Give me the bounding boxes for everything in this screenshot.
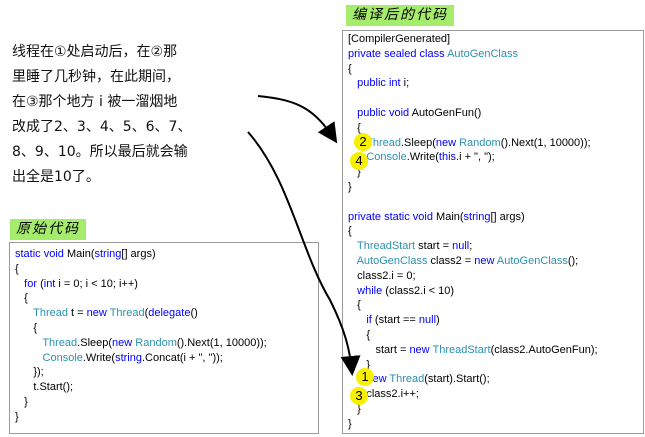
marker-2: 2 — [354, 133, 372, 151]
marker-4: 4 — [350, 152, 368, 170]
arrows — [247, 95, 361, 376]
arrow-to-main — [247, 131, 361, 376]
arrow-to-fun — [257, 95, 338, 144]
marker-1: 1 — [356, 368, 374, 386]
marker-3: 3 — [350, 387, 368, 405]
